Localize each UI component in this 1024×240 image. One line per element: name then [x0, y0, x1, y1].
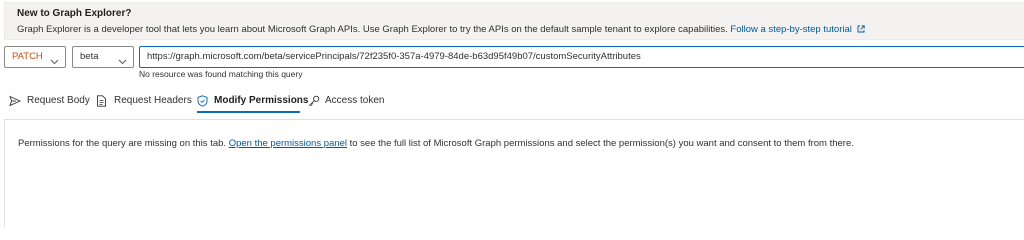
permissions-message: Permissions for the query are missing on… [18, 138, 854, 149]
permissions-text-after: to see the full list of Microsoft Graph … [349, 138, 854, 149]
active-tab-indicator [197, 111, 300, 113]
key-icon [308, 95, 320, 107]
external-link-icon [857, 25, 865, 36]
tutorial-link-label: Follow a step-by-step tutorial [730, 24, 852, 35]
permissions-text-before: Permissions for the query are missing on… [18, 138, 227, 149]
tab-label: Access token [325, 95, 385, 106]
banner-title: New to Graph Explorer? [17, 8, 132, 19]
http-method-dropdown[interactable]: PATCH [4, 46, 66, 68]
tab-access-token[interactable]: Access token [308, 94, 385, 110]
send-icon [9, 95, 21, 107]
tab-request-body[interactable]: Request Body [9, 94, 90, 110]
shield-icon [197, 95, 208, 107]
url-error-message: No resource was found matching this quer… [139, 69, 303, 79]
tutorial-link[interactable]: Follow a step-by-step tutorial [730, 24, 865, 36]
tab-request-headers[interactable]: Request Headers [96, 94, 196, 110]
query-url-input[interactable]: https://graph.microsoft.com/beta/service… [139, 46, 1024, 68]
api-version-value: beta [80, 51, 99, 62]
document-icon [97, 95, 106, 107]
api-version-dropdown[interactable]: beta [72, 46, 134, 68]
tab-modify-permissions[interactable]: Modify Permissions [197, 94, 308, 110]
tab-label: Request Body [27, 95, 90, 106]
banner-text: Graph Explorer is a developer tool that … [17, 24, 865, 36]
chevron-down-icon [118, 53, 127, 73]
permissions-panel: Permissions for the query are missing on… [4, 119, 1024, 227]
open-permissions-panel-link[interactable]: Open the permissions panel [229, 138, 347, 149]
tab-label: Modify Permissions [214, 95, 309, 106]
banner-description: Graph Explorer is a developer tool that … [17, 24, 728, 35]
tab-label: Request Headers [114, 95, 192, 106]
http-method-value: PATCH [12, 51, 43, 62]
welcome-banner: New to Graph Explorer? Graph Explorer is… [4, 2, 1024, 40]
chevron-down-icon [50, 53, 59, 73]
